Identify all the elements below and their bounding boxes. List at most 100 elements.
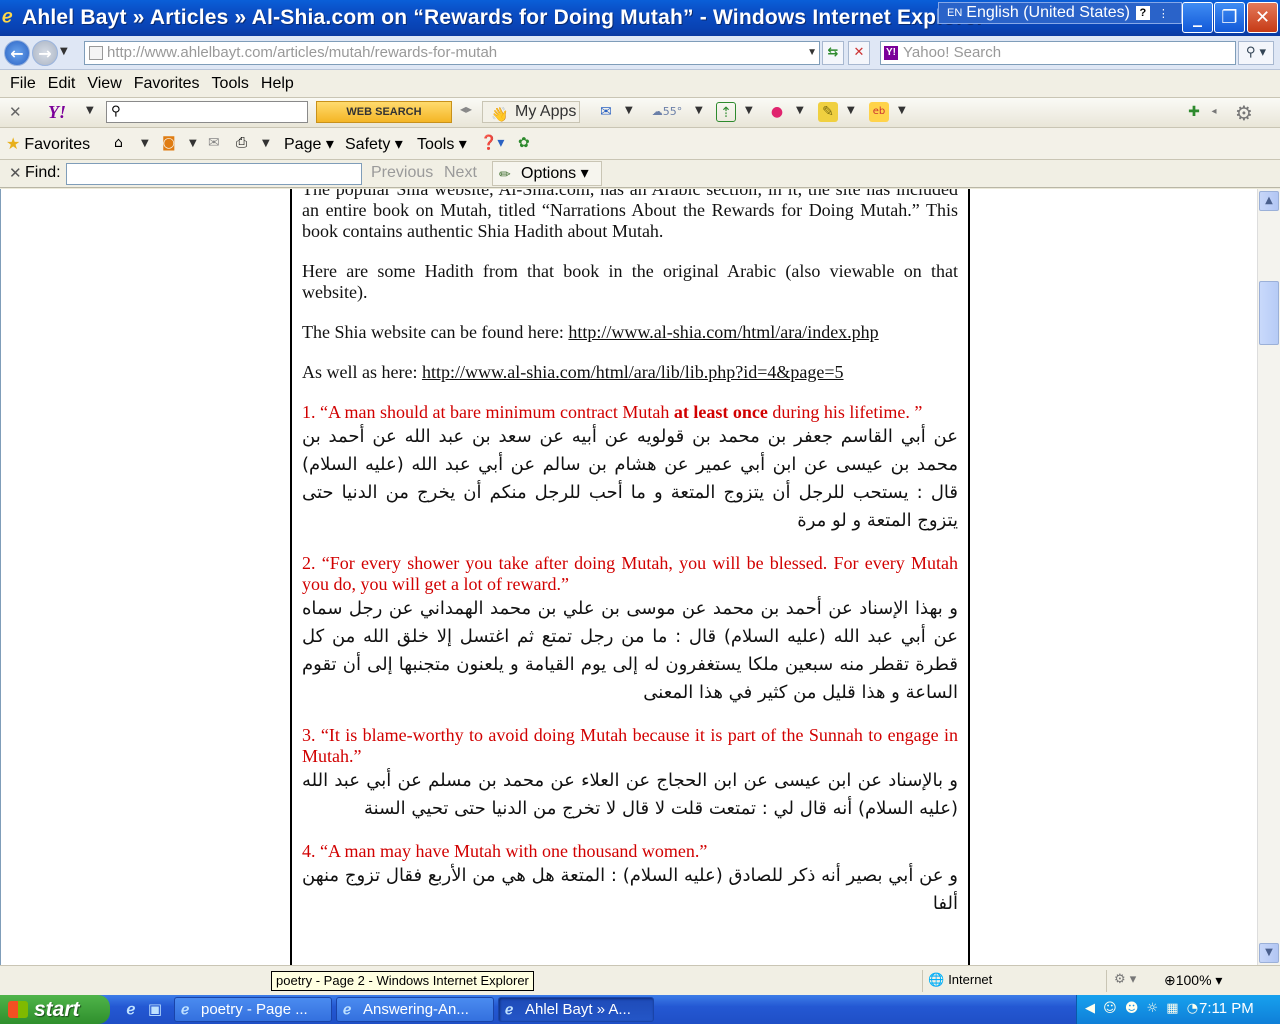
share-icon[interactable]: ⇡ — [716, 102, 736, 122]
find-bar: ✕ Find: Previous Next ✏ Options ▾ — [0, 160, 1280, 188]
help-menu-icon[interactable]: ❓▾ — [480, 135, 504, 151]
flickr-dropdown-icon[interactable]: ▼ — [796, 105, 804, 116]
forward-button[interactable]: → — [32, 40, 58, 66]
menu-bar: File Edit View Favorites Tools Help — [0, 70, 1280, 98]
find-options-button[interactable]: ✏ Options ▾ — [492, 161, 602, 186]
notes-dropdown-icon[interactable]: ▼ — [847, 105, 855, 116]
second-link-paragraph: As well as here: http://www.al-shia.com/… — [302, 362, 958, 383]
yahoo-menu-dropdown-icon[interactable]: ▼ — [86, 105, 94, 116]
address-field[interactable]: http://www.ahlelbayt.com/articles/mutah/… — [84, 41, 820, 65]
close-find-bar-icon[interactable]: ✕ — [9, 164, 22, 182]
menu-favorites[interactable]: Favorites — [128, 75, 206, 93]
quicklaunch-ie-icon[interactable]: ℯ — [122, 1000, 140, 1018]
stop-button[interactable]: ✕ — [848, 41, 870, 65]
weather-temp: 55° — [662, 105, 683, 118]
minimize-button[interactable]: _ — [1182, 2, 1213, 33]
address-toolbar: ← → ▼ http://www.ahlelbayt.com/articles/… — [0, 36, 1280, 70]
hadith-3-arabic: و بالإسناد عن ابن عيسى عن ابن الحجاج عن … — [302, 770, 958, 819]
zone-label: Internet — [948, 972, 993, 987]
my-apps-icon: 👋 — [491, 106, 509, 122]
taskbar-button-answering[interactable]: ℯ Answering-An... — [336, 997, 494, 1022]
home-dropdown-icon[interactable]: ▼ — [141, 138, 149, 149]
menu-edit[interactable]: Edit — [42, 75, 82, 93]
print-icon[interactable]: ⎙ — [236, 135, 247, 151]
zoom-level[interactable]: ⊕100% ▾ — [1164, 972, 1222, 989]
menu-tools[interactable]: Tools — [206, 75, 255, 93]
address-url: http://www.ahlelbayt.com/articles/mutah/… — [107, 44, 498, 61]
ebay-dropdown-icon[interactable]: ▼ — [898, 105, 906, 116]
ebay-icon[interactable]: eb — [869, 102, 889, 122]
my-apps-button[interactable]: 👋 My Apps — [482, 101, 580, 123]
intro-paragraph: The popular Shia website, Al-Shia.com, h… — [302, 189, 958, 241]
menu-view[interactable]: View — [81, 75, 127, 93]
page-favicon-icon — [89, 46, 103, 60]
history-dropdown-icon[interactable]: ▼ — [60, 46, 68, 57]
favorites-button[interactable]: ★ Favorites — [6, 134, 90, 154]
taskbar-button-ahlelbayt[interactable]: ℯ Ahlel Bayt » A... — [498, 997, 654, 1022]
scroll-thumb[interactable] — [1259, 281, 1279, 345]
weather-dropdown-icon[interactable]: ▼ — [695, 105, 703, 116]
favorites-label: Favorites — [24, 136, 91, 153]
feeds-dropdown-icon[interactable]: ▼ — [189, 138, 197, 149]
tools-menu[interactable]: Tools ▾ — [417, 134, 467, 154]
add-button-icon[interactable]: ✚ — [1184, 102, 1204, 122]
close-toolbar-icon[interactable]: ✕ — [9, 103, 22, 121]
find-previous-button[interactable]: Previous — [371, 164, 433, 182]
safety-menu[interactable]: Safety ▾ — [345, 134, 403, 154]
hadith-4-arabic: و عن أبي بصير أنه ذكر للصادق (عليه السلا… — [302, 865, 958, 914]
address-dropdown-icon[interactable]: ▼ — [807, 42, 817, 64]
read-mail-icon[interactable]: ✉ — [208, 135, 220, 151]
taskbar-tooltip: poetry - Page 2 - Windows Internet Explo… — [271, 971, 534, 991]
search-input[interactable]: Y! Yahoo! Search — [880, 41, 1236, 65]
yahoo-toolbar: ✕ Y! ▼ ⚲ WEB SEARCH ◂▸ 👋 My Apps ✉ ▼ ☁55… — [0, 98, 1280, 128]
tray-icons[interactable]: ◀ ☺ ☻ ☼ ▦ ◔ — [1085, 1001, 1200, 1016]
clock: 7:11 PM — [1199, 1000, 1254, 1017]
vertical-scrollbar[interactable]: ▲ ▼ — [1257, 189, 1280, 965]
web-search-button[interactable]: WEB SEARCH — [316, 101, 452, 123]
page-viewport[interactable]: The popular Shia website, Al-Shia.com, h… — [0, 189, 1257, 965]
taskbar-button-poetry[interactable]: ℯ poetry - Page ... — [174, 997, 332, 1022]
home-icon[interactable]: ⌂ — [114, 135, 123, 151]
refresh-button[interactable]: ⇆ — [822, 41, 844, 65]
menu-file[interactable]: File — [4, 75, 42, 93]
research-icon[interactable]: ✿ — [518, 135, 530, 151]
al-shia-index-link[interactable]: http://www.al-shia.com/html/ara/index.ph… — [568, 322, 878, 342]
menu-help[interactable]: Help — [255, 75, 300, 93]
start-button[interactable]: start — [0, 995, 110, 1024]
page-menu[interactable]: Page ▾ — [284, 134, 334, 154]
taskbar: start ℯ ▣ ℯ poetry - Page ... ℯ Answering-… — [0, 995, 1280, 1024]
article-body: The popular Shia website, Al-Shia.com, h… — [290, 189, 970, 965]
close-button[interactable]: ✕ — [1247, 2, 1278, 33]
system-tray: ◀ ☺ ☻ ☼ ▦ ◔ 7:11 PM — [1076, 995, 1280, 1024]
scroll-up-button[interactable]: ▲ — [1259, 191, 1279, 211]
toolbar-resize-handle[interactable]: ◂▸ — [460, 102, 472, 116]
flickr-icon[interactable]: ● — [767, 102, 787, 122]
yahoo-search-input[interactable]: ⚲ — [106, 101, 308, 123]
scroll-down-button[interactable]: ▼ — [1259, 943, 1279, 963]
weather-icon[interactable]: ☁55° — [648, 102, 686, 122]
find-next-button[interactable]: Next — [444, 164, 477, 182]
notes-icon[interactable]: ✎ — [818, 102, 838, 122]
mail-icon[interactable]: ✉ — [596, 102, 616, 122]
protected-mode-icon[interactable]: ⚙ ▾ — [1114, 972, 1136, 987]
gear-icon[interactable]: ⚙ — [1232, 101, 1256, 125]
back-button[interactable]: ← — [4, 40, 30, 66]
language-options-icon[interactable]: ⋮ — [1158, 7, 1169, 20]
print-dropdown-icon[interactable]: ▼ — [262, 138, 270, 149]
quicklaunch-desktop-icon[interactable]: ▣ — [146, 1000, 164, 1018]
language-bar[interactable]: EN English (United States) ? ⋮ — [938, 2, 1182, 24]
help-icon[interactable]: ? — [1135, 6, 1150, 20]
hadith-1-arabic: عن أبي القاسم جعفر بن محمد بن قولويه عن … — [302, 426, 958, 531]
find-input[interactable] — [66, 163, 362, 185]
maximize-button[interactable]: ❐ — [1214, 2, 1245, 33]
collapse-arrow-icon[interactable]: ◂ — [1204, 102, 1224, 122]
share-dropdown-icon[interactable]: ▼ — [745, 105, 753, 116]
search-button[interactable]: ⚲ ▾ — [1238, 41, 1274, 65]
feeds-icon[interactable]: ◙ — [162, 135, 176, 151]
al-shia-lib-link[interactable]: http://www.al-shia.com/html/ara/lib/lib.… — [422, 362, 844, 382]
security-zone[interactable]: 🌐 Internet — [928, 972, 992, 988]
mail-dropdown-icon[interactable]: ▼ — [625, 105, 633, 116]
safety-menu-label: Safety — [345, 136, 391, 153]
yahoo-logo[interactable]: Y! — [48, 101, 78, 123]
taskbar-button-label: Ahlel Bayt » A... — [525, 1001, 631, 1018]
